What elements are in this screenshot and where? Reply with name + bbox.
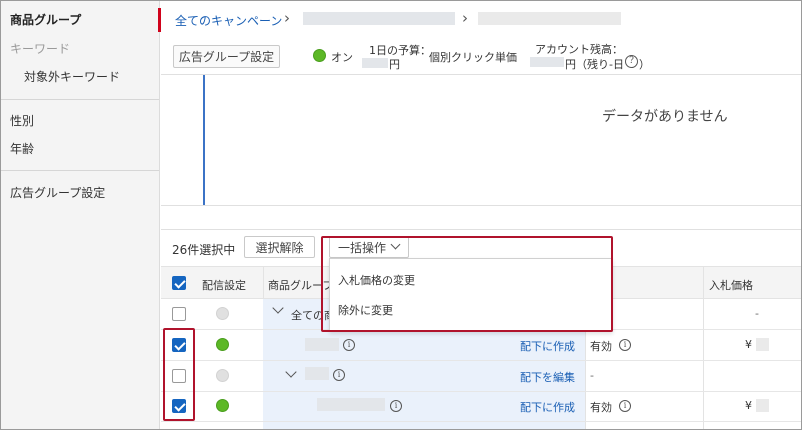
window-frame [0,0,802,430]
